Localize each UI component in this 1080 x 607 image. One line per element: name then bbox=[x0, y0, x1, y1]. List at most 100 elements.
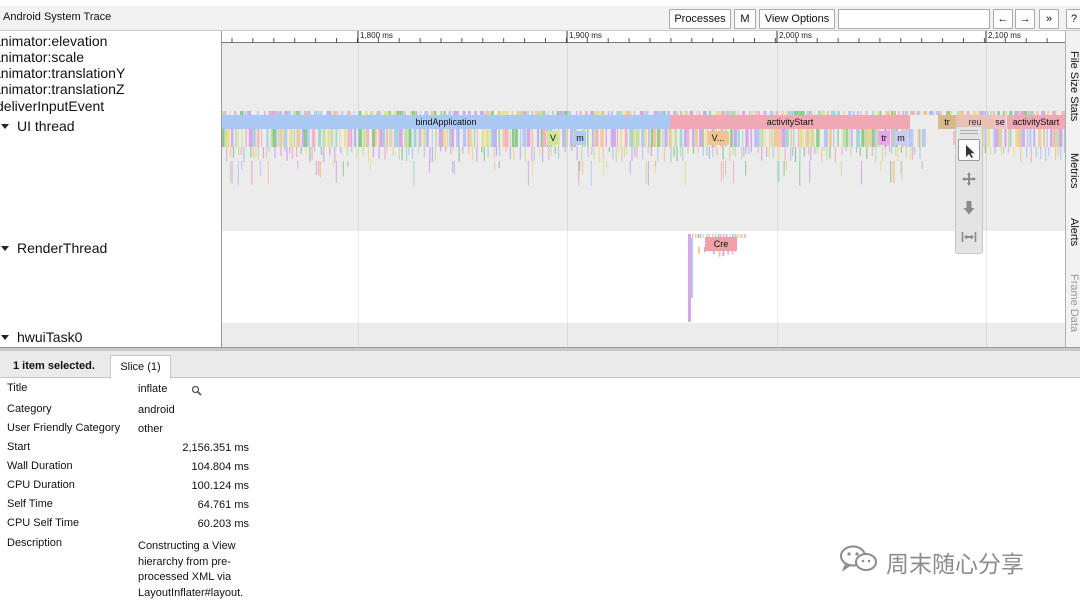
track-label-animator-elevation[interactable]: animator:elevation bbox=[0, 33, 107, 49]
detail-value: other bbox=[138, 423, 164, 435]
trace-mark bbox=[670, 129, 673, 147]
trace-mark bbox=[845, 147, 847, 152]
track-label-animator-translation-z[interactable]: animator:translationZ bbox=[0, 81, 125, 97]
trace-mark bbox=[778, 147, 780, 161]
trace-mark bbox=[401, 147, 403, 161]
trace-mark bbox=[645, 161, 647, 184]
detail-row-cpu-self-time: CPU Self Time 60.203 ms bbox=[0, 514, 400, 533]
trace-mark bbox=[469, 129, 473, 147]
prev-match-button[interactable]: ← bbox=[993, 9, 1013, 29]
hwui-task-name: hwuiTask0 bbox=[17, 329, 83, 345]
tab-frame-data[interactable]: Frame Data bbox=[1066, 274, 1080, 332]
tab-metrics[interactable]: Metrics bbox=[1066, 153, 1080, 188]
render-thread-label[interactable]: RenderThread bbox=[0, 240, 107, 256]
trace-mark bbox=[1017, 129, 1022, 147]
palette-drag-handle-icon[interactable] bbox=[960, 130, 978, 134]
trace-mark bbox=[848, 129, 850, 147]
trace-mark bbox=[890, 161, 892, 183]
trace-mark bbox=[335, 161, 337, 183]
hwui-task-label[interactable]: hwuiTask0 bbox=[0, 329, 82, 345]
tab-file-size-stats[interactable]: File Size Stats bbox=[1066, 51, 1080, 121]
trace-mark bbox=[248, 129, 253, 147]
trace-mark bbox=[1021, 129, 1024, 147]
collapse-triangle-icon[interactable] bbox=[1, 245, 9, 251]
trace-mark bbox=[268, 147, 270, 153]
search-input[interactable] bbox=[838, 9, 990, 29]
m-button[interactable]: M bbox=[734, 9, 756, 29]
slice-v[interactable]: V bbox=[547, 131, 559, 145]
slice-activity-start[interactable]: activityStart bbox=[1007, 115, 1065, 129]
tab-alerts[interactable]: Alerts bbox=[1066, 218, 1080, 246]
trace-mark bbox=[1026, 129, 1029, 147]
track-label-animator-scale[interactable]: animator:scale bbox=[0, 49, 84, 65]
trace-mark bbox=[823, 129, 827, 147]
trace-mark bbox=[750, 129, 753, 147]
trace-mark bbox=[404, 129, 408, 147]
trace-mark bbox=[741, 147, 743, 160]
toolbar: Android System Trace Processes M View Op… bbox=[0, 6, 1080, 31]
trace-mark bbox=[826, 147, 828, 160]
trace-mark bbox=[434, 147, 437, 161]
slice-m[interactable]: m bbox=[895, 131, 907, 145]
trace-mark bbox=[664, 129, 668, 147]
pan-mode-button[interactable] bbox=[958, 168, 980, 190]
timeline-area[interactable]: 1,800 ms 1,900 ms 2,000 ms 2,100 ms bind… bbox=[222, 31, 1065, 347]
slice-m[interactable]: m bbox=[574, 131, 586, 145]
trace-mark bbox=[623, 147, 625, 157]
select-mode-button[interactable] bbox=[958, 139, 980, 161]
trace-mark bbox=[692, 147, 695, 154]
trace-mark bbox=[467, 129, 470, 147]
slice-create[interactable]: Cre bbox=[705, 237, 737, 251]
processes-button[interactable]: Processes bbox=[669, 9, 731, 29]
trace-mark bbox=[670, 147, 672, 163]
slice-se[interactable]: se bbox=[994, 115, 1006, 129]
mouse-mode-palette[interactable] bbox=[955, 126, 983, 254]
trace-mark bbox=[841, 147, 843, 155]
timing-mode-button[interactable] bbox=[958, 226, 980, 248]
trace-mark bbox=[311, 147, 313, 160]
trace-mark bbox=[462, 129, 467, 147]
trace-mark bbox=[333, 161, 335, 167]
render-thread-name: RenderThread bbox=[17, 240, 108, 256]
trace-mark bbox=[458, 147, 460, 162]
trace-mark bbox=[833, 129, 835, 147]
ui-thread-label[interactable]: UI thread bbox=[0, 118, 75, 134]
collapse-triangle-icon[interactable] bbox=[1, 123, 9, 129]
trace-mark bbox=[481, 129, 485, 147]
trace-mark bbox=[494, 129, 497, 147]
track-label-animator-translation-y[interactable]: animator:translationY bbox=[0, 65, 125, 81]
trace-mark bbox=[875, 147, 877, 163]
trace-mark bbox=[241, 161, 243, 170]
trace-mark bbox=[306, 129, 310, 147]
magnifier-icon[interactable] bbox=[191, 385, 202, 396]
more-button[interactable]: » bbox=[1039, 9, 1059, 29]
side-panel-tabs: File Size Stats Metrics Alerts Frame Dat… bbox=[1065, 31, 1080, 347]
slice-bind-application[interactable]: bindApplication bbox=[222, 115, 670, 129]
trace-mark bbox=[398, 129, 403, 147]
slice-activity-start[interactable]: activityStart bbox=[670, 115, 910, 129]
track-label-deliver-input-event[interactable]: deliverInputEvent bbox=[0, 98, 104, 114]
slice-tr[interactable]: tr bbox=[938, 115, 956, 129]
trace-mark bbox=[296, 129, 301, 147]
detail-row-self-time: Self Time 64.761 ms bbox=[0, 495, 400, 514]
trace-mark bbox=[582, 161, 584, 175]
trace-mark bbox=[799, 129, 803, 147]
trace-slices-canvas[interactable] bbox=[222, 31, 1065, 347]
view-options-button[interactable]: View Options bbox=[759, 9, 835, 29]
slice-tr[interactable]: tr bbox=[878, 131, 890, 145]
next-match-button[interactable]: → bbox=[1015, 9, 1035, 29]
trace-mark bbox=[794, 147, 797, 163]
zoom-mode-button[interactable] bbox=[958, 197, 980, 219]
trace-mark bbox=[531, 147, 533, 162]
trace-mark bbox=[998, 129, 1001, 147]
watermark: 周末随心分享 bbox=[838, 544, 1050, 578]
help-button[interactable]: ? bbox=[1066, 9, 1080, 29]
trace-mark bbox=[473, 129, 476, 147]
trace-mark bbox=[493, 147, 495, 158]
trace-mark bbox=[1026, 147, 1028, 158]
tab-slice[interactable]: Slice (1) bbox=[110, 355, 171, 379]
collapse-triangle-icon[interactable] bbox=[1, 334, 9, 340]
slice-v-truncated[interactable]: V... bbox=[707, 131, 729, 145]
trace-mark bbox=[790, 147, 792, 161]
trace-mark bbox=[633, 129, 636, 147]
